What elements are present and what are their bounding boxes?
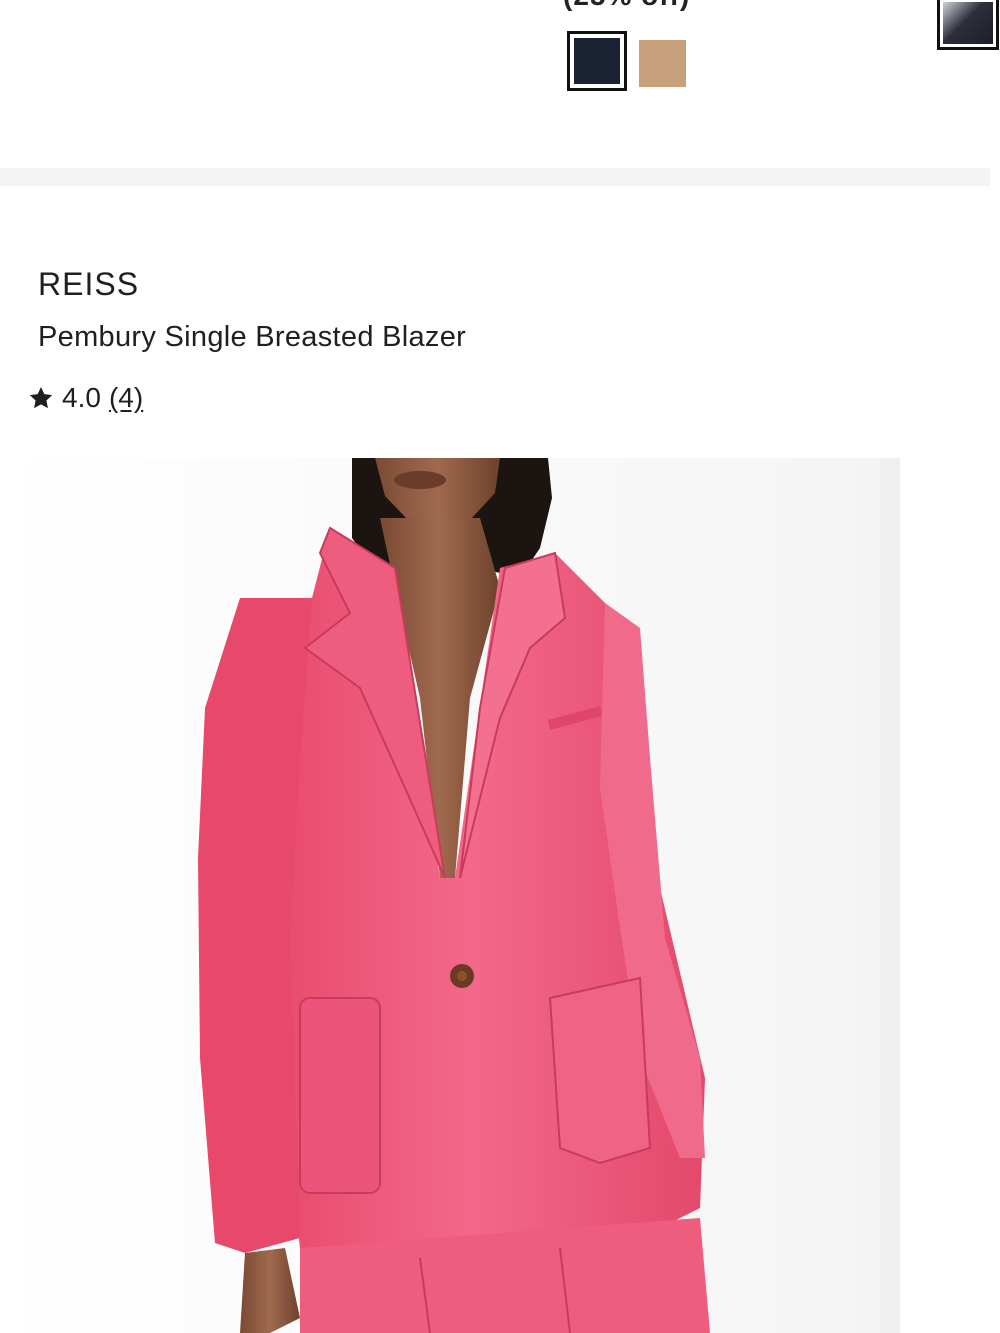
discount-label: (25% off) (563, 0, 690, 12)
card-divider (0, 168, 990, 186)
product-image[interactable] (0, 458, 900, 1333)
carousel-edge (880, 458, 900, 1333)
previous-product-card: (25% off) (0, 0, 1000, 168)
swatch-navy-fill (574, 38, 620, 84)
product-brand[interactable]: REISS (38, 266, 139, 303)
product-list-page: (25% off) REISS Pembury Single Breasted … (0, 0, 1000, 1333)
rating-value: 4.0 (62, 382, 101, 413)
star-icon (29, 386, 53, 409)
color-swatches (567, 31, 686, 91)
product-rating[interactable]: 4.0 (4) (28, 382, 143, 414)
product-photo (0, 458, 900, 1333)
product-thumbnail[interactable] (937, 0, 999, 50)
review-count-link[interactable]: (4) (109, 382, 143, 414)
product-thumbnail-image (943, 2, 993, 44)
swatch-navy[interactable] (567, 31, 627, 91)
swatch-camel[interactable] (639, 40, 686, 87)
product-title[interactable]: Pembury Single Breasted Blazer (38, 321, 466, 354)
swatch-camel-fill (639, 40, 686, 87)
